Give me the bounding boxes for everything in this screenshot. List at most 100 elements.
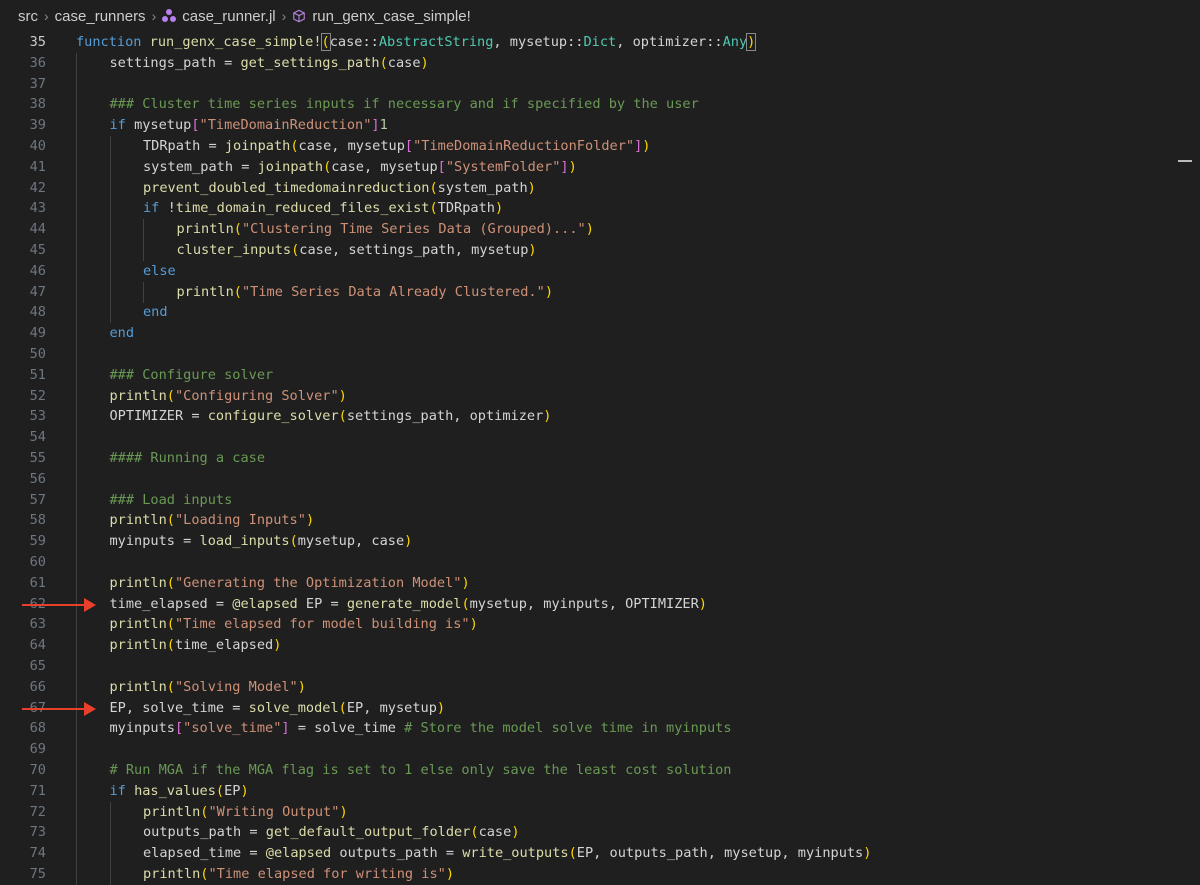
code-line[interactable]: 47 println("Time Series Data Already Clus…: [0, 281, 1180, 303]
code-line[interactable]: 62 time_elapsed = @elapsed EP = generate_…: [0, 593, 1180, 615]
code-line[interactable]: 38 ### Cluster time series inputs if nece…: [0, 94, 1180, 116]
code-token: cluster_inputs: [176, 242, 292, 258]
code-line[interactable]: 73 outputs_path = get_default_output_fold…: [0, 822, 1180, 844]
line-number: 73: [29, 824, 46, 841]
code-token: solve_model: [248, 699, 339, 716]
breadcrumb-symbol[interactable]: run_genx_case_simple!: [312, 8, 470, 25]
code-line[interactable]: 71 if has_values(EP): [0, 780, 1180, 802]
line-number: 58: [29, 512, 46, 529]
code-token: configure_solver: [207, 408, 339, 425]
code-line[interactable]: 69: [0, 739, 1180, 761]
code-line[interactable]: 58 println("Loading Inputs"): [0, 510, 1180, 532]
code-text: myinputs = load_inputs(mysetup, case): [110, 531, 413, 552]
code-token: (: [338, 408, 347, 425]
code-line[interactable]: 49 end: [0, 323, 1180, 345]
code-token: settings_path =: [109, 54, 241, 71]
code-line[interactable]: 61 println("Generating the Optimization M…: [0, 572, 1180, 594]
code-token: ): [240, 782, 249, 799]
code-token: (: [166, 616, 175, 633]
code-token: (: [568, 845, 577, 862]
code-token: elapsed_time =: [143, 845, 266, 862]
code-token: , optimizer::: [616, 34, 723, 50]
code-line[interactable]: 65: [0, 656, 1180, 677]
code-line[interactable]: 63 println("Time elapsed for model buildi…: [0, 614, 1180, 636]
code-line[interactable]: 59 myinputs = load_inputs(mysetup, case): [0, 531, 1180, 553]
code-token: prevent_doubled_timedomainreduction: [143, 179, 430, 196]
code-editor[interactable]: 35 function run_genx_case_simple!(case::A…: [0, 32, 1200, 885]
code-line[interactable]: 54: [0, 427, 1180, 449]
code-line[interactable]: 42 prevent_doubled_timedomainreduction(sy…: [0, 177, 1180, 199]
code-line[interactable]: 53 OPTIMIZER = configure_solver(settings_…: [0, 406, 1180, 428]
symbol-method-icon: [293, 9, 306, 23]
line-number: 72: [29, 803, 46, 820]
code-line[interactable]: 48 end: [0, 302, 1180, 324]
indent-guide: [76, 552, 77, 573]
code-line[interactable]: 35 function run_genx_case_simple!(case::A…: [0, 32, 1180, 53]
code-line[interactable]: 74 elapsed_time = @elapsed outputs_path =…: [0, 843, 1180, 865]
code-token: (: [233, 221, 242, 238]
code-text: println("Writing Output"): [143, 802, 348, 823]
code-line[interactable]: 64 println(time_elapsed): [0, 635, 1180, 657]
code-token: println: [143, 866, 201, 882]
line-number: 36: [29, 54, 46, 71]
code-line[interactable]: 46 else: [0, 260, 1180, 282]
indent-guide: [76, 73, 77, 95]
code-token: end: [109, 325, 135, 342]
code-token: run_genx_case_simple!: [149, 34, 322, 50]
code-text: println("Time elapsed for model building…: [110, 614, 478, 635]
code-token: "Solving Model": [174, 678, 298, 695]
code-line[interactable]: 37: [0, 73, 1180, 95]
code-text: system_path = joinpath(case, mysetup["Sy…: [143, 157, 577, 178]
code-line[interactable]: 60: [0, 552, 1180, 573]
chevron-right-icon: ›: [151, 8, 157, 24]
breadcrumb-file[interactable]: case_runner.jl: [182, 8, 275, 25]
code-line[interactable]: 55 #### Running a case: [0, 448, 1180, 469]
code-text: println("Loading Inputs"): [110, 510, 315, 531]
code-line[interactable]: 51 ### Configure solver: [0, 364, 1180, 386]
line-number: 40: [29, 138, 46, 154]
code-line[interactable]: 67 EP, solve_time = solve_model(EP, myset…: [0, 697, 1180, 719]
code-line[interactable]: 44 println("Clustering Time Series Data (…: [0, 219, 1180, 241]
code-line[interactable]: 72 println("Writing Output"): [0, 801, 1180, 823]
code-line[interactable]: 56: [0, 468, 1180, 490]
code-text: #### Running a case: [110, 448, 266, 469]
code-token: println: [109, 616, 167, 633]
code-token: time_elapsed =: [109, 595, 233, 612]
code-token: (: [289, 533, 298, 550]
code-line[interactable]: 36 settings_path = get_settings_path(case…: [0, 52, 1180, 74]
code-line[interactable]: 75 println("Time elapsed for writing is"): [0, 864, 1180, 885]
code-line[interactable]: 40 TDRpath = joinpath(case, mysetup["Time…: [0, 136, 1180, 157]
code-line[interactable]: 43 if !time_domain_reduced_files_exist(TD…: [0, 198, 1180, 220]
code-line[interactable]: 45 cluster_inputs(case, settings_path, my…: [0, 240, 1180, 261]
indent-guide: [76, 635, 77, 657]
code-line[interactable]: 68 myinputs["solve_time"] = solve_time # …: [0, 718, 1180, 740]
indent-guide: [109, 281, 111, 303]
code-line[interactable]: 52 println("Configuring Solver"): [0, 385, 1180, 407]
code-token: mysetup, myinputs, OPTIMIZER: [469, 595, 699, 612]
code-token: function: [76, 34, 150, 50]
code-line[interactable]: 39 if mysetup["TimeDomainReduction"]1: [0, 115, 1180, 137]
breadcrumb-src[interactable]: src: [18, 8, 38, 25]
indent-guide: [76, 676, 77, 698]
indent-guide: [143, 240, 144, 261]
line-number: 69: [29, 741, 46, 758]
code-line[interactable]: 41 system_path = joinpath(case, mysetup["…: [0, 156, 1180, 178]
chevron-right-icon: ›: [44, 8, 49, 24]
indent-guide: [143, 281, 144, 303]
line-number: 71: [29, 782, 46, 799]
code-token: outputs_path =: [331, 845, 463, 862]
code-line[interactable]: 57 ### Load inputs: [0, 489, 1180, 511]
code-token: EP, solve_time =: [109, 699, 249, 716]
code-token: EP, mysetup: [346, 699, 437, 716]
code-line[interactable]: 50: [0, 344, 1180, 365]
code-token: (: [429, 200, 438, 217]
breadcrumb-case-runners[interactable]: case_runners: [55, 8, 146, 25]
code-token: "Time Series Data Already Clustered.": [241, 283, 545, 300]
code-line[interactable]: 66 println("Solving Model"): [0, 676, 1180, 698]
indent-guide: [143, 219, 144, 241]
code-token: case, mysetup: [298, 138, 405, 154]
code-line[interactable]: 70 # Run MGA if the MGA flag is set to 1 …: [0, 760, 1180, 781]
code-token: println: [143, 803, 201, 820]
indent-guide: [76, 468, 77, 490]
code-token: (: [166, 637, 175, 654]
